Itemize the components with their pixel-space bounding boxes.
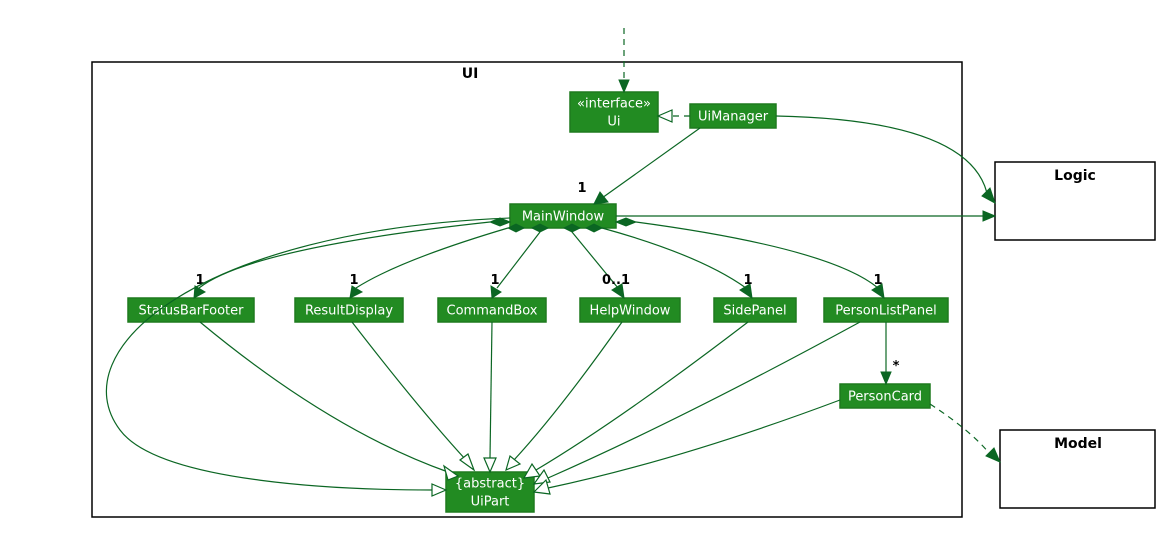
mult-rd: 1	[349, 273, 358, 288]
arrow-sp-to-uipart	[524, 464, 540, 478]
edge-mw-to-uipart	[106, 218, 510, 490]
edge-mw-to-sbf	[199, 222, 490, 288]
mult-pc: *	[893, 359, 900, 374]
arrow-external-to-ui	[619, 80, 629, 92]
edge-mw-to-plp	[636, 222, 878, 288]
edge-pc-to-uipart	[548, 400, 840, 488]
uml-diagram: UI Logic Model «interface» Ui UiManager …	[0, 0, 1164, 533]
arrow-plp-to-pc	[881, 372, 891, 384]
edge-mw-to-rd	[356, 228, 508, 288]
package-ui-label: UI	[462, 66, 479, 82]
arrow-cb-to-uipart	[484, 458, 496, 472]
arrow-personcard-to-model	[986, 448, 1000, 462]
edge-rd-to-uipart	[352, 322, 466, 460]
edge-uimanager-to-logic	[776, 116, 988, 198]
arrow-uimanager-to-ui	[658, 110, 672, 122]
node-statusbarfooter-name: StatusBarFooter	[138, 304, 244, 319]
edge-mw-to-cb	[497, 232, 540, 288]
node-ui-stereotype: «interface»	[577, 97, 651, 112]
node-personlistpanel-name: PersonListPanel	[835, 304, 936, 319]
arrow-hw-to-uipart	[506, 456, 520, 470]
node-mainwindow-name: MainWindow	[522, 210, 605, 225]
node-personcard-name: PersonCard	[848, 390, 922, 405]
node-uipart-name: UiPart	[471, 495, 510, 510]
package-ui	[92, 62, 962, 517]
package-logic-label: Logic	[1054, 168, 1096, 184]
node-sidepanel-name: SidePanel	[723, 304, 786, 319]
mult-plp: 1	[873, 273, 882, 288]
mult-mainwindow: 1	[577, 181, 586, 196]
arrow-mainwindow-to-logic	[983, 211, 995, 221]
mult-sbf: 1	[195, 273, 204, 288]
edge-hw-to-uipart	[514, 322, 622, 460]
diamond-mw-plp	[616, 218, 636, 226]
mult-sp: 1	[743, 273, 752, 288]
edge-uimanager-to-mainwindow	[602, 128, 700, 198]
node-ui-name: Ui	[607, 115, 620, 130]
edge-sbf-to-uipart	[200, 322, 448, 472]
node-helpwindow-name: HelpWindow	[590, 304, 671, 319]
edge-plp-to-uipart	[548, 322, 860, 478]
arrow-mw-to-uipart	[432, 484, 446, 496]
node-uimanager-name: UiManager	[698, 110, 769, 125]
edge-cb-to-uipart	[490, 322, 492, 458]
mult-cb: 1	[490, 273, 499, 288]
arrow-uimanager-to-logic	[982, 188, 995, 203]
node-commandbox-name: CommandBox	[447, 304, 538, 319]
node-uipart-stereotype: {abstract}	[455, 477, 525, 492]
node-resultdisplay-name: ResultDisplay	[305, 304, 393, 319]
edge-personcard-to-model	[930, 404, 990, 454]
package-model-label: Model	[1054, 436, 1102, 452]
mult-hw: 0..1	[602, 273, 630, 288]
arrow-uimanager-to-mainwindow	[594, 192, 608, 204]
